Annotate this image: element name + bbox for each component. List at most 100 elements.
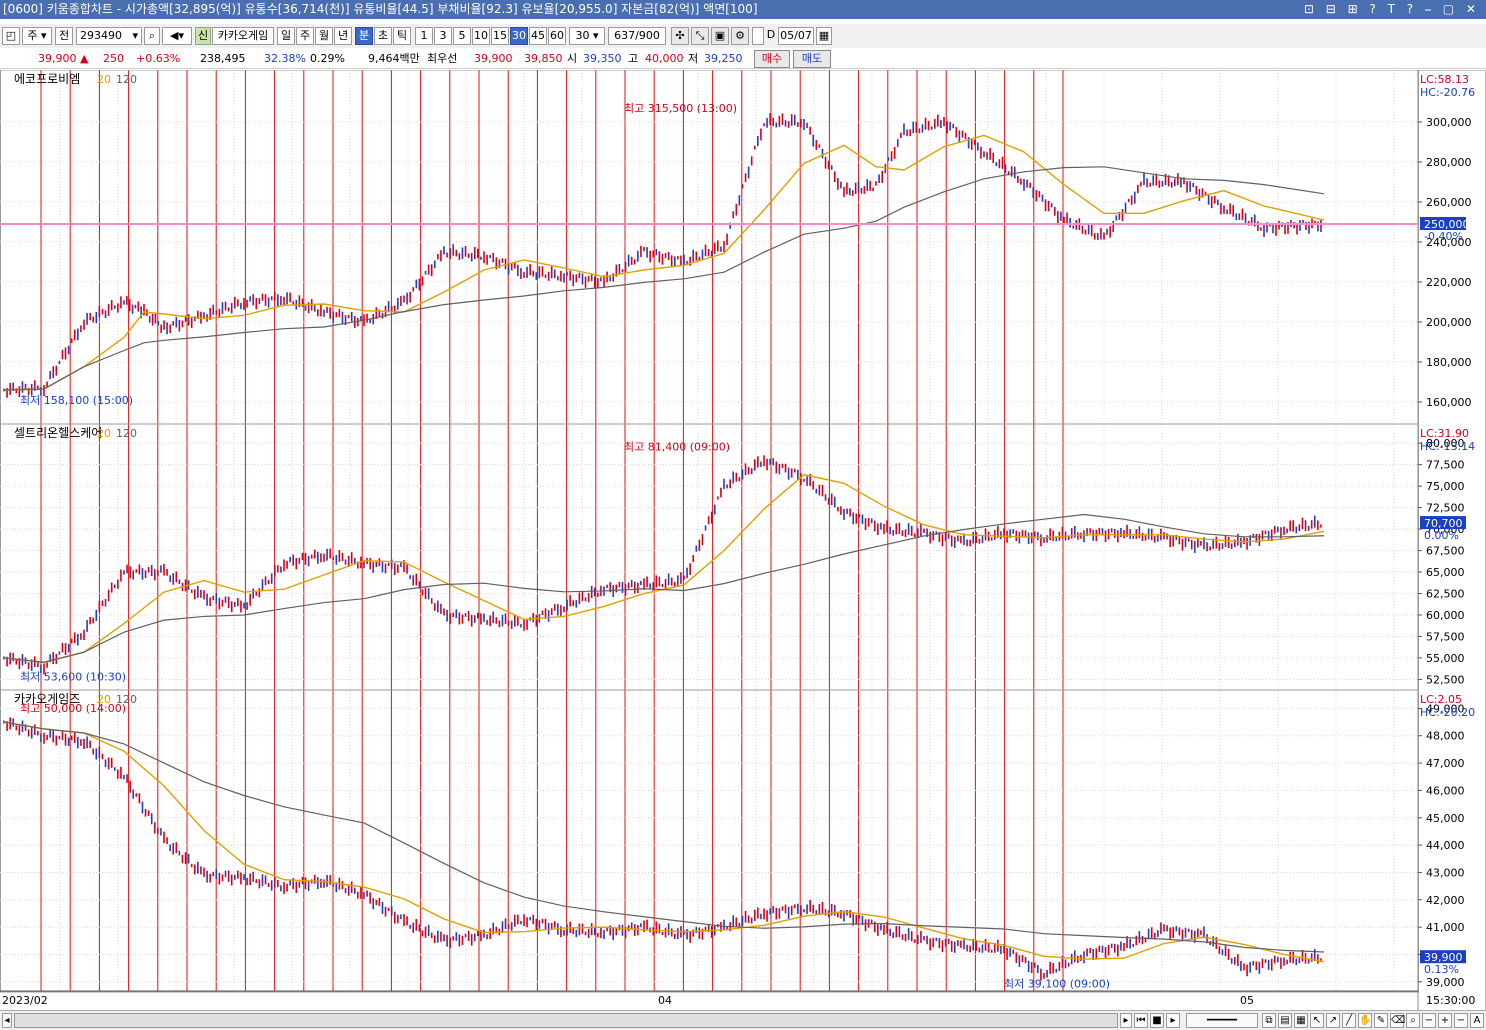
tf-year-button[interactable]: 년 (334, 27, 352, 45)
y-tick-label: 160,000 (1426, 396, 1472, 409)
ask-price: 39,900 (474, 52, 513, 65)
price-tag-pct: -0.40% (1424, 230, 1463, 243)
tf-month-button[interactable]: 월 (315, 27, 333, 45)
quote-bar: 39,900 ▲ 250 +0.63% 238,495 32.38% 0.29%… (0, 49, 1486, 69)
low-marker-label: 최저 158,100 (15:00) (20, 394, 133, 407)
high-price: 40,000 (645, 52, 684, 65)
price-tag-pct: 0.00% (1424, 529, 1459, 542)
zoom-slider[interactable]: ━━━━━ (1186, 1013, 1258, 1028)
price-change: 250 (103, 52, 124, 65)
minute-count-select[interactable]: 30 ▾ (569, 27, 605, 45)
x-tick-label: 05 (1240, 994, 1254, 1007)
hand-icon[interactable]: ✋ (1358, 1013, 1372, 1028)
ma120-label: 120 (116, 427, 137, 440)
min-15-button[interactable]: 15 (491, 27, 509, 45)
chevron-down-icon[interactable]: ▾ (132, 28, 138, 44)
hc-value: HC:-20.76 (1420, 86, 1475, 99)
prev-button[interactable]: 전 (55, 27, 73, 45)
ma20-label: 20 (97, 73, 111, 86)
low-marker-label: 최저 39,100 (09:00) (1004, 978, 1110, 991)
horizontal-scrollbar[interactable] (14, 1013, 1118, 1028)
low-label: 저 (688, 52, 699, 65)
current-price: 39,900 ▲ (38, 52, 89, 65)
scroll-right-icon[interactable]: ▸ (1120, 1013, 1132, 1028)
zoom-icon[interactable]: ⌕ (1406, 1013, 1420, 1028)
x-tick-label: 04 (658, 994, 672, 1007)
copy-icon[interactable]: ⧉ (1262, 1013, 1276, 1028)
data-range: 637/900 (608, 27, 666, 45)
open-price: 39,350 (583, 52, 622, 65)
zoom-in-icon[interactable]: + (1438, 1013, 1452, 1028)
speaker-icon[interactable]: ◀▾ (162, 27, 192, 45)
y-tick-label: 75,000 (1426, 480, 1465, 493)
save-icon[interactable]: ▣ (711, 27, 729, 45)
price-tag-pct: 0.13% (1424, 963, 1459, 976)
draw-tool-icon[interactable]: ⤡ (691, 27, 709, 45)
y-tick-label: 300,000 (1426, 116, 1472, 129)
volume: 238,495 (200, 52, 246, 65)
x-axis-time: 15:30:00 (1426, 994, 1475, 1007)
min-45-button[interactable]: 45 (529, 27, 547, 45)
low-price: 39,250 (704, 52, 743, 65)
y-tick-label: 41,000 (1426, 921, 1465, 934)
hc-value: HC:-20.20 (1420, 706, 1475, 719)
y-tick-label: 46,000 (1426, 784, 1465, 797)
date-input[interactable]: 05/07 (778, 27, 814, 45)
eraser-icon[interactable]: ⌫ (1390, 1013, 1405, 1028)
min-5-button[interactable]: 5 (453, 27, 471, 45)
stock-code-input[interactable]: 293490 ▾ (76, 27, 142, 45)
min-30-button[interactable]: 30 (510, 27, 528, 45)
y-tick-label: 44,000 (1426, 839, 1465, 852)
scroll-left-icon[interactable]: ◂ (2, 1013, 12, 1028)
window-title: [0600] 키움종합차트 - 시가총액[32,895(억)] 유통수[36,7… (3, 2, 758, 16)
tf-day-button[interactable]: 일 (277, 27, 295, 45)
bid-price: 39,850 (524, 52, 563, 65)
y-tick-label: 260,000 (1426, 196, 1472, 209)
period-unit-select[interactable]: 주 ▾ (22, 27, 52, 45)
min-60-button[interactable]: 60 (548, 27, 566, 45)
ma20-label: 20 (97, 427, 111, 440)
price-change-pct: +0.63% (136, 52, 181, 65)
calendar-icon[interactable]: ▦ (816, 27, 832, 45)
search-icon[interactable]: ⌕ (144, 27, 160, 45)
sell-button[interactable]: 매도 (793, 50, 831, 68)
gear-icon[interactable]: ⚙ (731, 27, 749, 45)
y-tick-label: 55,000 (1426, 652, 1465, 665)
draw-icon[interactable]: ✎ (1374, 1013, 1388, 1028)
first-icon[interactable]: ⏮ (1134, 1013, 1148, 1028)
stock-code-value: 293490 (80, 29, 122, 42)
min-1-button[interactable]: 1 (415, 27, 433, 45)
tf-minute-button[interactable]: 분 (355, 27, 373, 45)
text-icon[interactable]: A (1470, 1013, 1484, 1028)
y-tick-label: 72,500 (1426, 502, 1465, 515)
min-3-button[interactable]: 3 (434, 27, 452, 45)
tf-tick-button[interactable]: 틱 (393, 27, 411, 45)
date-checkbox[interactable] (752, 27, 764, 45)
turnover-rate: 0.29% (310, 52, 345, 65)
buy-button[interactable]: 매수 (754, 50, 790, 68)
y-tick-label: 220,000 (1426, 276, 1472, 289)
chart-area[interactable]: 300,000280,000260,000240,000220,000200,0… (0, 70, 1486, 1010)
cursor-icon[interactable]: ↖ (1310, 1013, 1324, 1028)
tf-second-button[interactable]: 초 (374, 27, 392, 45)
stop-icon[interactable]: ■ (1150, 1013, 1164, 1028)
line-icon[interactable]: ╱ (1342, 1013, 1356, 1028)
high-marker-label: 최고 315,500 (13:00) (624, 102, 737, 115)
next-icon[interactable]: ▸ (1166, 1013, 1180, 1028)
high-marker-label: 최고 81,400 (09:00) (624, 440, 730, 453)
volume-ratio: 32.38% (264, 52, 306, 65)
crosshair-icon[interactable]: ✣ (671, 27, 689, 45)
zoom-out-icon[interactable]: − (1422, 1013, 1436, 1028)
minute-count-value: 30 (575, 29, 590, 42)
measure-icon[interactable]: ↗ (1326, 1013, 1340, 1028)
low-marker-label: 최저 53,600 (10:30) (20, 671, 126, 684)
window-controls[interactable]: ⊡ ⊟ ⊞ ? T ? ⎯ ▢ ✕ (1304, 0, 1480, 19)
ma120-label: 120 (116, 73, 137, 86)
layout-icon[interactable]: ◰ (2, 27, 20, 45)
grid-icon[interactable]: ▦ (1294, 1013, 1308, 1028)
best-quote-label: 최우선 (427, 52, 458, 65)
tf-week-button[interactable]: 주 (296, 27, 314, 45)
print-icon[interactable]: ▤ (1278, 1013, 1292, 1028)
collapse-icon[interactable]: − (1454, 1013, 1468, 1028)
min-10-button[interactable]: 10 (472, 27, 490, 45)
